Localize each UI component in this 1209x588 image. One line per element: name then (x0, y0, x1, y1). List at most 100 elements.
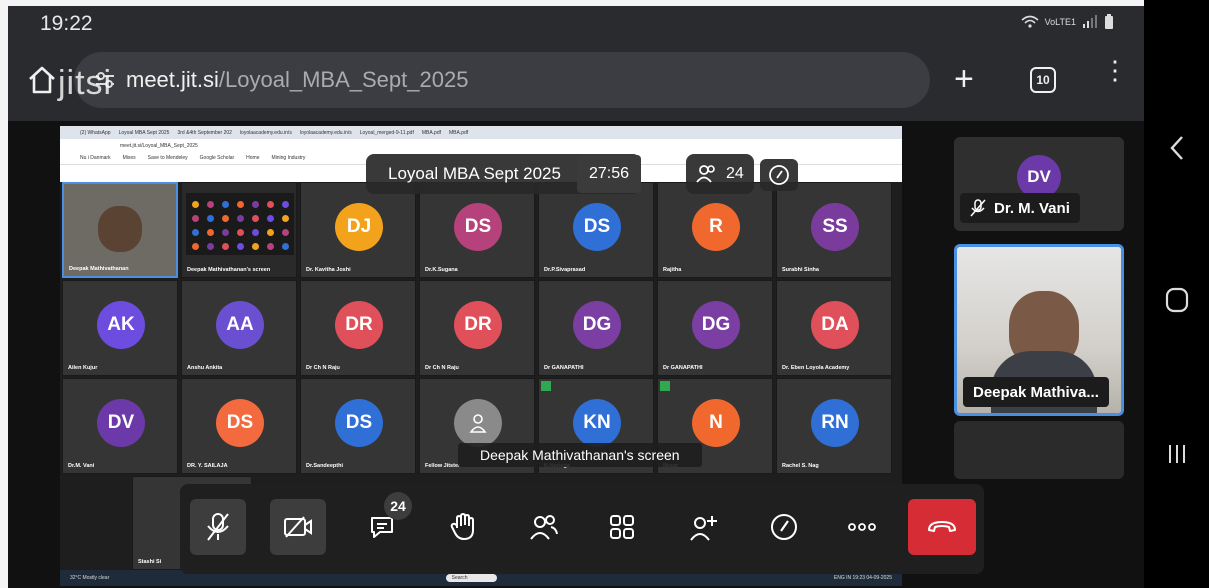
participant-name: Dr. Eben Loyola Academy (782, 365, 850, 371)
participant-tile[interactable]: R Rajitha (657, 182, 773, 278)
participant-name: Rajitha (663, 267, 682, 273)
screen-thumb-dot (207, 243, 214, 250)
side-tile-deepak[interactable]: Deepak Mathiva... (954, 244, 1124, 416)
participant-tile[interactable]: DA Dr. Eben Loyola Academy (776, 280, 892, 376)
performance-button[interactable] (756, 499, 812, 555)
participant-name: Dr GANAPATHI (663, 365, 703, 371)
screen-thumbnail (186, 193, 294, 255)
screen-thumb-dot (222, 215, 229, 222)
jitsi-logo: jitsi (58, 64, 113, 102)
participant-avatar: DS (573, 203, 621, 251)
url-bar[interactable]: meet.jit.si/Loyoal_MBA_Sept_2025 (74, 52, 930, 108)
recents-button[interactable] (1144, 424, 1209, 484)
invite-button[interactable] (676, 499, 732, 555)
participant-avatar: DS (454, 203, 502, 251)
participant-name: Anshu Ankita (187, 365, 223, 371)
participant-video (98, 206, 142, 252)
participant-name: Dr.P.Sivaprasad (544, 267, 586, 273)
new-tab-icon[interactable]: + (954, 62, 974, 96)
participant-avatar: DS (216, 399, 264, 447)
mic-off-icon (970, 199, 986, 217)
home-circle-icon (1165, 287, 1188, 313)
screen-thumb-dot (222, 229, 229, 236)
taskbar-search: Search (445, 574, 498, 582)
meeting-title-pill: Loyoal MBA Sept 2025 27:56 (366, 154, 642, 194)
wifi-icon (1021, 15, 1039, 28)
screen-thumb-dot (207, 215, 214, 222)
participant-name: Stashi Si (138, 559, 162, 565)
participant-tile[interactable]: DS Dr.Sandeepthi (300, 378, 416, 474)
participant-tile[interactable]: DS DR. Y. SAILAJA (181, 378, 297, 474)
browser-menu-icon[interactable]: ⋮ (1102, 57, 1128, 83)
participant-tile[interactable]: AA Anshu Ankita (181, 280, 297, 376)
screen-thumb-dot (252, 201, 259, 208)
microphone-button[interactable] (190, 499, 246, 555)
raise-hand-button[interactable] (435, 499, 491, 555)
side-tile-vani[interactable]: DV Dr. M. Vani (954, 137, 1124, 231)
screen-thumb-dot (267, 243, 274, 250)
participant-name: Ailen Kujur (68, 365, 98, 371)
guest-avatar-icon (454, 399, 502, 447)
shared-bookmark: Google Scholar (199, 155, 235, 161)
participant-tile[interactable]: DR Dr Ch N Raju (300, 280, 416, 376)
participant-name: Deepak Mathivathanan's screen (187, 267, 271, 273)
side-tile-empty (954, 421, 1124, 479)
participant-avatar: KN (573, 399, 621, 447)
participant-tile[interactable]: DS Dr.P.Sivaprasad (538, 182, 654, 278)
speaker-stats-icon (541, 381, 551, 391)
tab-switcher-button[interactable]: 10 (1030, 67, 1056, 93)
hangup-button[interactable] (908, 499, 976, 555)
participant-tile[interactable]: DR Dr Ch N Raju (419, 280, 535, 376)
status-time: 19:22 (40, 12, 93, 35)
grid-icon (610, 515, 634, 539)
participant-tile[interactable]: DS Dr.K.Sugana (419, 182, 535, 278)
more-button[interactable] (834, 499, 890, 555)
screen-thumb-dot (282, 243, 289, 250)
participant-name: Surabhi Sinha (782, 267, 819, 273)
screen-thumb-dot (207, 201, 214, 208)
camera-off-icon (284, 516, 312, 538)
screen-thumb-dot (222, 243, 229, 250)
meeting-title: Loyoal MBA Sept 2025 (388, 164, 561, 183)
participant-tile[interactable]: AK Ailen Kujur (62, 280, 178, 376)
participant-name: Dr.K.Sugana (425, 267, 458, 273)
participants-button[interactable] (516, 499, 572, 555)
participant-tile[interactable]: SS Surabhi Sinha (776, 182, 892, 278)
participant-tile[interactable]: DJ Dr. Kavitha Joshi (300, 182, 416, 278)
shared-bookmark: Home (246, 155, 260, 161)
participant-tile[interactable]: RN Rachel S. Nag (776, 378, 892, 474)
screen-thumb-dot (237, 229, 244, 236)
participant-tile[interactable]: Deepak Mathivathanan (62, 182, 178, 278)
url-path: /Loyoal_MBA_Sept_2025 (218, 67, 469, 92)
participant-tile[interactable]: DG Dr GANAPATHI (657, 280, 773, 376)
participant-tile[interactable]: DG Dr GANAPATHI (538, 280, 654, 376)
participants-count-pill[interactable]: 24 (686, 154, 754, 194)
participant-tile[interactable]: DV Dr.M. Vani (62, 378, 178, 474)
url-host: meet.jit.si (126, 67, 219, 92)
battery-icon (1105, 14, 1113, 29)
participant-name: Rachel S. Nag (782, 463, 819, 469)
gauge-icon (769, 165, 789, 185)
participant-avatar: DJ (335, 203, 383, 251)
screen-thumb-dot (252, 243, 259, 250)
shared-bookmark: Mining Industry (271, 155, 306, 161)
home-icon[interactable] (26, 64, 58, 96)
shared-chrome-tab: loyolaacademy.edu.in/s (239, 129, 292, 136)
screen-thumb-dot (237, 243, 244, 250)
screen-thumb-dot (192, 229, 199, 236)
android-nav-bar (1144, 0, 1209, 588)
participant-tile[interactable]: Deepak Mathivathanan's screen (181, 182, 297, 278)
side-tile-label: Deepak Mathiva... (973, 383, 1099, 401)
screen-thumb-dot (192, 201, 199, 208)
screen-thumb-dot (282, 201, 289, 208)
back-button[interactable] (1144, 118, 1209, 178)
home-button[interactable] (1144, 270, 1209, 330)
meeting-toolbar (180, 484, 984, 574)
shared-chrome-tabs: (2) WhatsApp Loyoal MBA Sept 2025 3rd &4th… (60, 126, 902, 139)
camera-button[interactable] (270, 499, 326, 555)
shared-chrome-tab: 3rd &4th September 202 (177, 129, 232, 136)
taskbar-weather: 32°C Mostly clear (70, 575, 110, 581)
shared-chrome-tab: Loyoal_merged-9-11.pdf (359, 129, 414, 136)
tile-view-button[interactable] (594, 499, 650, 555)
performance-pill[interactable] (760, 159, 798, 191)
